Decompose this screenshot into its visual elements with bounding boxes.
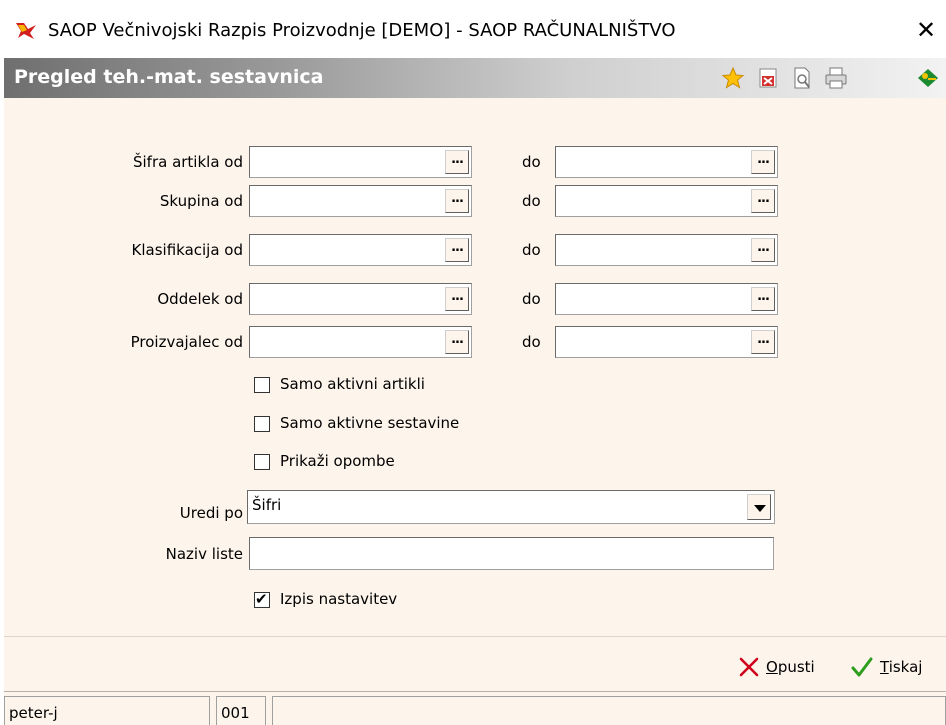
proizvajalec-to-lookup-button[interactable]: ... [751, 330, 775, 354]
range-to-label: do [522, 333, 541, 351]
naziv-liste-input[interactable] [249, 537, 774, 570]
proizvajalec-from-input[interactable]: ... [249, 326, 472, 358]
exit-icon[interactable] [916, 66, 940, 90]
klasifikacija-to-lookup-button[interactable]: ... [751, 238, 775, 262]
form-body: Šifra artikla od ... do ... Skupina od .… [4, 98, 946, 636]
close-icon[interactable]: ✕ [914, 16, 938, 44]
window-titlebar: SAOP Večnivojski Razpis Proizvodnje [DEM… [0, 0, 946, 58]
uredi-po-value: Šifri [252, 496, 282, 514]
prikazi-opombe-label: Prikaži opombe [280, 452, 395, 470]
status-extra [272, 696, 946, 725]
green-check-icon [851, 657, 873, 677]
uredi-po-label: Uredi po [179, 504, 243, 522]
oddelek-from-lookup-button[interactable]: ... [445, 287, 469, 311]
klasifikacija-from-input[interactable]: ... [249, 234, 472, 266]
klasifikacija-from-lookup-button[interactable]: ... [445, 238, 469, 262]
printer-icon[interactable] [824, 66, 848, 90]
skupina-from-input[interactable]: ... [249, 185, 472, 217]
prikazi-opombe-checkbox[interactable] [254, 454, 270, 470]
print-preview-icon[interactable] [790, 66, 814, 90]
checkmark-icon: ✔ [255, 590, 268, 608]
range-to-label: do [522, 241, 541, 259]
proizvajalec-from-lookup-button[interactable]: ... [445, 330, 469, 354]
samo-aktivni-artikli-label: Samo aktivni artikli [280, 375, 425, 393]
proizvajalec-label: Proizvajalec od [130, 333, 243, 351]
izpis-nastavitev-label: Izpis nastavitev [280, 590, 398, 608]
oddelek-label: Oddelek od [157, 290, 243, 308]
status-bar: peter-j 001 [4, 691, 946, 725]
saop-logo-icon [16, 23, 36, 39]
print-label: Tiskaj [880, 658, 923, 676]
samo-aktivni-artikli-checkbox[interactable] [254, 377, 270, 393]
sifra-artikla-to-lookup-button[interactable]: ... [751, 150, 775, 174]
sifra-artikla-label: Šifra artikla od [132, 153, 243, 171]
izpis-nastavitev-checkbox[interactable]: ✔ [254, 590, 270, 608]
samo-aktivne-sestavine-label: Samo aktivne sestavine [280, 414, 460, 432]
window-title: SAOP Večnivojski Razpis Proizvodnje [DEM… [48, 20, 676, 41]
status-user: peter-j [4, 696, 210, 725]
klasifikacija-label: Klasifikacija od [131, 241, 243, 259]
proizvajalec-to-input[interactable]: ... [555, 326, 778, 358]
form-title: Pregled teh.-mat. sestavnica [14, 66, 324, 88]
skupina-from-lookup-button[interactable]: ... [445, 189, 469, 213]
oddelek-to-input[interactable]: ... [555, 283, 778, 315]
chevron-down-icon[interactable] [747, 494, 771, 520]
range-to-label: do [522, 192, 541, 210]
print-button[interactable]: Tiskaj [850, 654, 922, 680]
skupina-to-lookup-button[interactable]: ... [751, 189, 775, 213]
excel-export-icon[interactable] [756, 66, 780, 90]
status-code: 001 [216, 696, 266, 725]
samo-aktivne-sestavine-checkbox[interactable] [254, 416, 270, 432]
star-icon[interactable] [721, 66, 745, 90]
uredi-po-select[interactable]: Šifri [247, 490, 775, 524]
skupina-to-input[interactable]: ... [555, 185, 778, 217]
cancel-label: Opusti [766, 658, 815, 676]
sifra-artikla-from-input[interactable]: ... [249, 146, 472, 178]
range-to-label: do [522, 153, 541, 171]
skupina-label: Skupina od [159, 192, 243, 210]
klasifikacija-to-input[interactable]: ... [555, 234, 778, 266]
red-x-icon [739, 657, 759, 677]
form-header: Pregled teh.-mat. sestavnica [4, 58, 946, 98]
range-to-label: do [522, 290, 541, 308]
naziv-liste-label: Naziv liste [165, 545, 243, 563]
sifra-artikla-from-lookup-button[interactable]: ... [445, 150, 469, 174]
oddelek-to-lookup-button[interactable]: ... [751, 287, 775, 311]
sifra-artikla-to-input[interactable]: ... [555, 146, 778, 178]
oddelek-from-input[interactable]: ... [249, 283, 472, 315]
cancel-button[interactable]: Opusti [738, 654, 815, 680]
